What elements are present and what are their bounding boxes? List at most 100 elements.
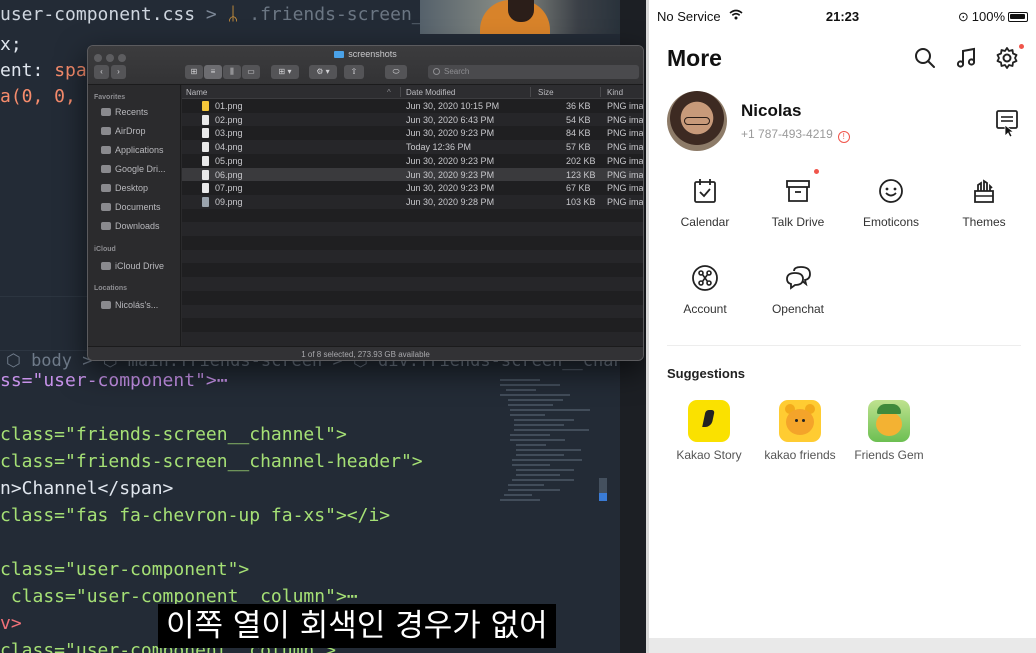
battery-indicator: ⊙ 100% [958,9,1028,25]
finder-toolbar[interactable]: screenshots ‹ › ⊞ ≡ ⫼ ▭ ⊞ ▾ ⚙ ▾ ⇧ ⬭ Sear… [88,46,643,85]
search-field[interactable]: Search [428,65,639,79]
menu-calendar[interactable]: Calendar [660,177,750,247]
file-date: Jun 30, 2020 9:23 PM [406,155,495,166]
code-line[interactable]: a(0, 0, 0 [0,86,98,107]
finder-window[interactable]: screenshots ‹ › ⊞ ≡ ⫼ ▭ ⊞ ▾ ⚙ ▾ ⇧ ⬭ Sear… [87,45,644,361]
suggestion-friends-gem[interactable]: Friends Gem [844,400,934,462]
sidebar-item-label: Documents [115,202,161,212]
gallery-view-button[interactable]: ▭ [242,65,260,79]
column-header-date[interactable]: Date Modified [406,88,455,97]
file-row[interactable]: 09.png Jun 30, 2020 9:28 PM 103 KB PNG imag [182,194,643,209]
breadcrumb-separator: > [195,4,228,25]
icon-view-button[interactable]: ⊞ [185,65,203,79]
code-line[interactable]: n>Channel</span> [0,478,173,499]
sidebar-item-applications[interactable]: Applications [101,145,164,155]
group-button[interactable]: ⊞ ▾ [271,65,299,79]
file-date: Jun 30, 2020 6:43 PM [406,114,495,125]
code-line[interactable]: ss="user-component">⋯ [0,370,228,391]
sidebar-item-computer[interactable]: Nicolás's... [101,300,158,310]
action-gear-button[interactable]: ⚙ ▾ [309,65,337,79]
chat-bubbles-icon [786,266,811,290]
sidebar-item-desktop[interactable]: Desktop [101,183,148,193]
code-text: a(0, 0, 0 [0,86,98,107]
forward-button[interactable]: › [111,65,126,79]
account-link-icon [692,265,718,291]
search-icon[interactable] [913,46,937,70]
file-name: 07.png [215,183,243,194]
sidebar-item-google-drive[interactable]: Google Dri... [101,164,166,174]
tags-button[interactable]: ⬭ [385,65,407,79]
file-date: Jun 30, 2020 9:23 PM [406,183,495,194]
suggestion-kakao-friends[interactable]: kakao friends [755,400,845,462]
battery-percent: 100% [971,9,1005,24]
sidebar-item-icloud-drive[interactable]: iCloud Drive [101,261,164,271]
mouse-pointer-icon [1004,124,1015,138]
file-list[interactable]: Name ^ Date Modified Size Kind 01.png Jun… [182,85,644,346]
column-header-kind[interactable]: Kind [607,88,623,97]
menu-openchat[interactable]: Openchat [753,264,843,334]
empty-row [182,222,643,236]
empty-row [182,277,643,291]
code-line[interactable]: class="fas fa-chevron-up fa-xs"></i> [0,505,390,526]
file-size: 36 KB [566,101,591,111]
settings-gear-icon[interactable] [995,46,1019,70]
talk-drive-box-icon [786,180,810,202]
code-text: v> [0,613,22,634]
profile-name[interactable]: Nicolas [741,101,801,121]
column-header-name[interactable]: Name [186,88,207,97]
code-line[interactable]: v> [0,613,22,634]
breadcrumb-file[interactable]: user-component.css [0,4,195,25]
column-view-button[interactable]: ⫼ [223,65,241,79]
column-header-size[interactable]: Size [538,88,554,97]
webcam-overlay [420,0,646,34]
empty-row [182,318,643,332]
file-date: Today 12:36 PM [406,142,472,153]
menu-themes[interactable]: Themes [939,177,1029,247]
minimap[interactable] [500,376,600,601]
file-row[interactable]: 01.png Jun 30, 2020 10:15 PM 36 KB PNG imag [182,99,644,113]
file-kind: PNG imag [607,101,644,111]
file-row[interactable]: 05.png Jun 30, 2020 9:23 PM 202 KB PNG imag [182,154,643,168]
sidebar-item-downloads[interactable]: Downloads [101,221,160,231]
code-line[interactable]: class="friends-screen__channel"> [0,424,347,445]
file-row[interactable]: 02.png Jun 30, 2020 6:43 PM 54 KB PNG imag [182,112,643,127]
avatar[interactable] [667,91,727,151]
empty-row [182,291,643,305]
file-row[interactable]: 04.png Today 12:36 PM 57 KB PNG imag [182,140,644,154]
sidebar-item-documents[interactable]: Documents [101,202,161,212]
menu-talk-drive[interactable]: Talk Drive [753,177,843,247]
code-line[interactable]: class="friends-screen__channel-header"> [0,451,423,472]
file-size: 84 KB [566,128,591,139]
music-note-icon[interactable] [954,46,978,70]
file-row[interactable]: 03.png Jun 30, 2020 9:23 PM 84 KB PNG imag [182,126,643,140]
sidebar-item-label: Recents [115,107,149,117]
png-file-icon [202,114,209,125]
warning-icon[interactable]: ! [837,131,850,143]
code-line[interactable]: ent: spac [0,60,98,81]
menu-emoticons[interactable]: Emoticons [846,177,936,247]
code-line[interactable]: x; [0,34,22,55]
file-date: Jun 30, 2020 9:23 PM [406,128,495,139]
back-button[interactable]: ‹ [94,65,109,79]
file-name: 01.png [215,101,243,111]
code-text: ent: [0,60,55,81]
file-kind: PNG imag [607,142,644,153]
suggestion-label: Kakao Story [676,448,742,462]
suggestion-kakao-story[interactable]: Kakao Story [664,400,754,462]
file-name: 06.png [215,169,243,180]
share-icon[interactable]: ⇧ [344,65,364,79]
empty-row [182,304,643,319]
file-row-selected[interactable]: 06.png Jun 30, 2020 9:23 PM 123 KB PNG imag [182,167,643,182]
column-divider [600,87,601,97]
sidebar-item-recents[interactable]: Recents [101,107,148,117]
sidebar-item-airdrop[interactable]: AirDrop [101,126,146,136]
editor-breadcrumb[interactable]: user-component.css > ᛦ .friends-screen__… [0,4,488,34]
code-line[interactable]: class="user-component"> [0,559,249,580]
sidebar-item-label: Google Dri... [115,164,166,174]
smiley-icon [879,179,903,203]
menu-account[interactable]: Account [660,264,750,334]
menu-label: Themes [962,215,1006,229]
list-view-button[interactable]: ≡ [204,65,222,79]
file-row[interactable]: 07.png Jun 30, 2020 9:23 PM 67 KB PNG imag [182,181,643,195]
suggestion-label: kakao friends [764,448,836,462]
